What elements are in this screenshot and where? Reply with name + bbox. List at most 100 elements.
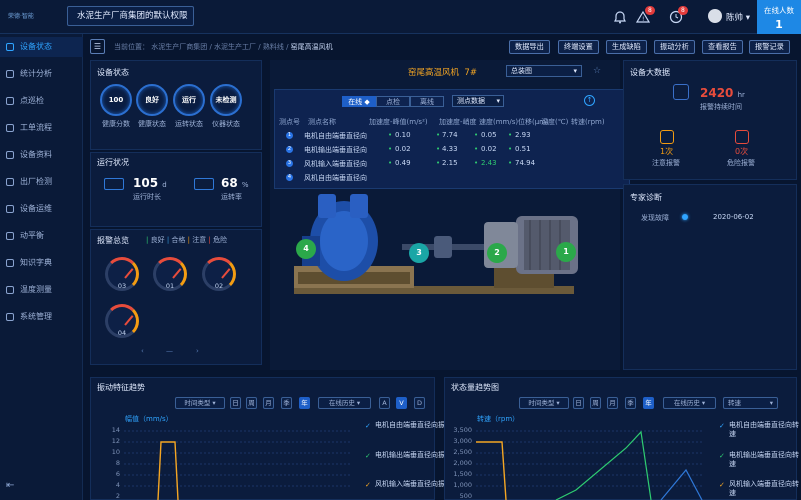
username[interactable]: 陈帅 ▾	[726, 11, 750, 23]
period-month[interactable]: 月	[607, 397, 618, 409]
period-day[interactable]: 日	[573, 397, 584, 409]
location-icon	[6, 97, 14, 105]
period-quarter[interactable]: 季	[625, 397, 636, 409]
tab-online[interactable]: 在线 ◆	[342, 96, 376, 107]
sidebar-item-balance[interactable]: 动平衡	[0, 226, 83, 246]
period-year[interactable]: 年	[643, 397, 654, 409]
measure-select[interactable]: 转速 ▾	[723, 397, 778, 409]
measure-point-3[interactable]: 3	[409, 243, 429, 263]
sidebar-item-device-status[interactable]: 设备状态	[0, 37, 83, 57]
diagnosis-date: 2020-06-02	[713, 213, 754, 221]
mode-v[interactable]: V	[396, 397, 407, 409]
period-day[interactable]: 日	[230, 397, 241, 409]
flow-icon	[6, 124, 14, 132]
pager-next-icon[interactable]: ›	[196, 347, 199, 355]
grid-icon	[6, 43, 14, 51]
clock-icon[interactable]: 8	[669, 6, 688, 24]
run-status-gauge: 运行	[173, 84, 205, 116]
panel-title: 状态量趋势图	[451, 383, 499, 392]
y-tick: 12	[111, 437, 120, 445]
sidebar-item-knowledge[interactable]: 知识字典	[0, 253, 83, 273]
alarm-records-button[interactable]: 报警记录	[749, 40, 790, 54]
legend-item[interactable]: ✓ 电机输出端垂直径向转速	[719, 451, 801, 469]
sidebar-item-maintenance[interactable]: 设备运维	[0, 199, 83, 219]
alarm-legend: | 良好 | 合格 | 注意 | 危险	[146, 236, 228, 244]
health-status-gauge: 良好	[136, 84, 168, 116]
sidebar-item-inspection[interactable]: 点巡检	[0, 91, 83, 111]
mode-d[interactable]: D	[414, 397, 425, 409]
breadcrumb-item[interactable]: 熟料线	[263, 43, 284, 51]
panel-title: 运行状况	[97, 158, 129, 167]
notice-alarm-icon	[660, 130, 674, 144]
export-data-button[interactable]: 数据导出	[509, 40, 550, 54]
machine-title: 窑尾高温风机 7#	[408, 68, 477, 78]
panel-title: 专家诊断	[630, 193, 662, 202]
gear-icon	[6, 313, 14, 321]
collapse-sidebar-icon[interactable]: ⇤	[6, 480, 14, 491]
time-type-select[interactable]: 时间类型 ▾	[519, 397, 569, 409]
table-row[interactable]: 3 风机输入端垂直径向 • 0.49 • 2.15 • 2.43 • 74.94	[279, 159, 626, 172]
instrument-status-gauge: 未检测	[210, 84, 242, 116]
y-tick: 3,500	[453, 426, 472, 434]
gauge-label: 仪器状态	[212, 120, 240, 128]
pager-prev-icon[interactable]: ‹	[141, 347, 144, 355]
period-quarter[interactable]: 季	[281, 397, 292, 409]
tab-spot-check[interactable]: 点检	[376, 96, 410, 107]
table-row[interactable]: 4 风机自由端垂直径向	[279, 173, 626, 186]
svg-text:!: !	[642, 16, 644, 23]
mode-a[interactable]: A	[379, 397, 390, 409]
sidebar-item-factory-test[interactable]: 出厂检测	[0, 172, 83, 192]
star-icon[interactable]: ☆	[593, 66, 601, 76]
run-rate-label: 运转率	[221, 193, 242, 201]
terminal-settings-button[interactable]: 终端设置	[558, 40, 599, 54]
legend-item[interactable]: ✓ 电机自由端垂直径向振动	[365, 421, 452, 430]
alarm-hours-label: 报警持续时间	[700, 103, 742, 111]
table-row[interactable]: 2 电机输出端垂直径向 • 0.02 • 4.33 • 0.02 • 0.51	[279, 145, 626, 158]
data-type-select[interactable]: 测点数据 ▾	[452, 95, 504, 107]
arrow-up-icon[interactable]: ↑	[584, 95, 595, 106]
vibration-analysis-button[interactable]: 振动分析	[654, 40, 695, 54]
menu-toggle-button[interactable]: ☰	[90, 39, 105, 54]
chevron-down-icon: ⌄	[181, 12, 187, 20]
generate-defect-button[interactable]: 生成缺陷	[606, 40, 647, 54]
period-week[interactable]: 周	[246, 397, 257, 409]
top-bar: 荣德·智能 水泥生产厂商集团的默认权限 ⌄ ! 8 8 陈帅 ▾ 在线人数 1	[0, 0, 801, 34]
org-select[interactable]: 水泥生产厂商集团的默认权限 ⌄	[67, 6, 194, 26]
period-year[interactable]: 年	[299, 397, 310, 409]
y-tick: 14	[111, 426, 120, 434]
period-week[interactable]: 周	[590, 397, 601, 409]
fault-found-label[interactable]: 发现故障	[641, 213, 669, 223]
view-report-button[interactable]: 查看报告	[702, 40, 743, 54]
measure-point-1[interactable]: 1	[556, 242, 576, 262]
measure-point-2[interactable]: 2	[487, 243, 507, 263]
run-time-value: 105 d	[133, 176, 167, 190]
warning-icon[interactable]: ! 8	[635, 6, 655, 24]
legend-item[interactable]: ✓ 电机自由端垂直径向转速	[719, 421, 801, 439]
table-row[interactable]: 1 电机自由端垂直径向 • 0.10 • 7.74 • 0.05 • 2.93	[279, 131, 626, 144]
legend-item[interactable]: ✓ 电机输出端垂直径向振动	[365, 451, 452, 460]
legend-item[interactable]: ✓ 风机输入端垂直径向转速	[719, 480, 801, 498]
alarm-dial: 01	[153, 257, 187, 291]
sidebar-item-device-docs[interactable]: 设备资料	[0, 145, 83, 165]
chart-icon	[6, 70, 14, 78]
period-month[interactable]: 月	[263, 397, 274, 409]
danger-alarm-icon	[735, 130, 749, 144]
breadcrumb-item[interactable]: 水泥生产工厂	[214, 43, 256, 51]
time-type-select[interactable]: 时间类型 ▾	[175, 397, 225, 409]
history-select[interactable]: 在线历史 ▾	[318, 397, 371, 409]
avatar[interactable]	[708, 9, 722, 23]
y-tick: 2,000	[453, 459, 472, 467]
view-select[interactable]: 总装图 ▾	[506, 65, 582, 77]
sidebar-item-system[interactable]: 系统管理	[0, 307, 83, 327]
bell-icon[interactable]	[613, 10, 629, 24]
sidebar-item-statistics[interactable]: 统计分析	[0, 64, 83, 84]
tab-offline[interactable]: 离线	[410, 96, 444, 107]
y-tick: 4	[115, 481, 120, 489]
legend-item[interactable]: ✓ 风机输入端垂直径向振动	[365, 480, 452, 489]
notice-alarm-count: 1次	[660, 147, 674, 156]
breadcrumb-item[interactable]: 水泥生产厂商集团	[151, 43, 207, 51]
sidebar-item-temperature[interactable]: 温度测量	[0, 280, 83, 300]
measure-point-4[interactable]: 4	[296, 239, 316, 259]
history-select[interactable]: 在线历史 ▾	[663, 397, 716, 409]
sidebar-item-workflow[interactable]: 工单流程	[0, 118, 83, 138]
